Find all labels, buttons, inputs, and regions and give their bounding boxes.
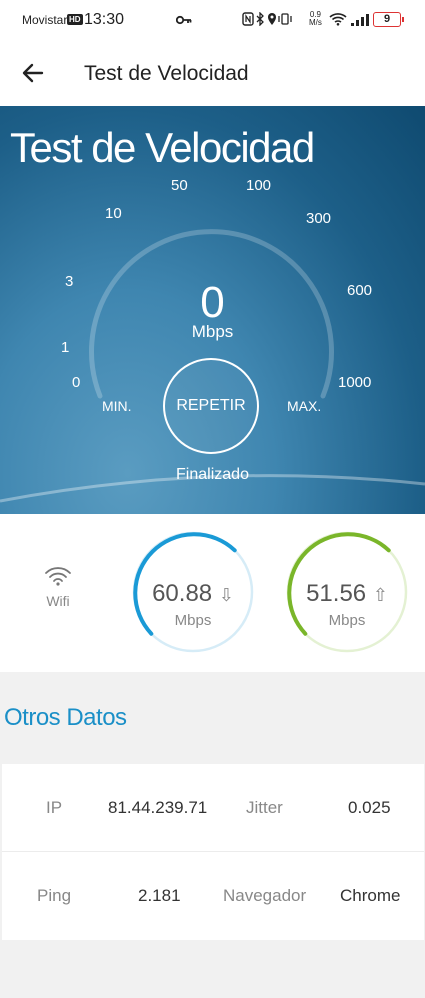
battery-icon: 9	[373, 12, 404, 27]
app-bar: Test de Velocidad	[0, 42, 425, 106]
repeat-test-button[interactable]: REPETIR	[163, 358, 259, 454]
upload-meter: 51.56 ⇧ Mbps	[285, 530, 409, 654]
test-status: Finalizado	[176, 466, 249, 483]
connection-type-label: Wifi	[46, 593, 70, 609]
results-panel: Wifi 60.88 ⇩ Mbps 51.56 ⇧ Mbps	[0, 514, 425, 672]
app-bar-title: Test de Velocidad	[84, 62, 249, 85]
network-speed-unit: M/s	[309, 18, 322, 27]
gauge-tick-label: 100	[246, 177, 272, 194]
back-arrow-icon[interactable]	[20, 60, 46, 86]
other-data-heading: Otros Datos	[4, 704, 127, 731]
signal-icon	[351, 13, 369, 31]
table-row: Ping 2.181 Navegador Chrome	[2, 852, 424, 940]
vpn-key-icon	[175, 12, 192, 28]
bluetooth-icon	[256, 11, 264, 27]
gauge-tick-label: 10	[105, 205, 122, 222]
min-label: MIN.	[102, 398, 132, 414]
gauge-tick-label: 50	[171, 177, 188, 194]
jitter-value: 0.025	[348, 798, 391, 817]
ip-label: IP	[46, 798, 63, 817]
upload-value-row: 51.56 ⇧	[285, 580, 409, 608]
gauge-tick-label: 1000	[338, 374, 372, 391]
download-unit: Mbps	[174, 612, 212, 629]
browser-value: Chrome	[340, 886, 401, 905]
max-label: MAX.	[287, 398, 322, 414]
ping-value: 2.181	[138, 886, 181, 905]
current-speed-unit: Mbps	[191, 322, 234, 341]
speed-test-hero: Test de Velocidad 0 1 3 10 50 100 300 60…	[0, 106, 425, 514]
upload-arrow-icon: ⇧	[372, 585, 388, 605]
upload-unit: Mbps	[328, 612, 366, 629]
current-speed-value: 0	[200, 278, 225, 327]
table-row: IP 81.44.239.71 Jitter 0.025	[2, 764, 424, 852]
status-time: 13:30	[84, 11, 125, 28]
system-icons	[242, 11, 304, 29]
location-icon	[268, 13, 276, 25]
hd-badge: HD	[67, 14, 83, 25]
download-meter: 60.88 ⇩ Mbps	[131, 530, 255, 654]
connection-type: Wifi	[38, 566, 78, 609]
download-value: 60.88	[152, 580, 213, 607]
other-data-table: IP 81.44.239.71 Jitter 0.025 Ping 2.181 …	[2, 764, 424, 940]
ip-value: 81.44.239.71	[108, 798, 208, 817]
upload-value: 51.56	[306, 580, 367, 607]
jitter-label: Jitter	[246, 798, 283, 817]
network-speed: 0.9 M/s	[309, 11, 322, 27]
vibrate-icon	[278, 13, 292, 25]
gauge-tick-label: 0	[72, 374, 81, 391]
ping-label: Ping	[37, 886, 72, 905]
hero-title: Test de Velocidad	[10, 124, 315, 171]
status-bar: Movistar HD 13:30 0.9 M/s 9	[0, 0, 425, 42]
nfc-icon	[242, 12, 254, 26]
download-arrow-icon: ⇩	[218, 585, 234, 605]
wifi-icon	[45, 567, 71, 586]
gauge-tick-label: 300	[306, 210, 332, 227]
browser-label: Navegador	[223, 886, 307, 905]
wifi-status-icon	[329, 12, 347, 31]
download-value-row: 60.88 ⇩	[131, 580, 255, 608]
carrier-label: Movistar	[22, 13, 68, 27]
